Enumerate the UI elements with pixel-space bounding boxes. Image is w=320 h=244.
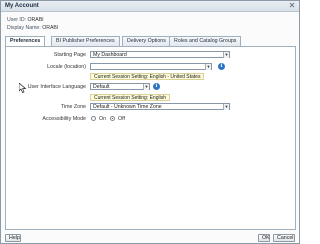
dialog-titlebar[interactable]: My Account ✕ <box>1 1 299 12</box>
user-id-label: User ID: <box>7 17 27 23</box>
user-id-line: User ID: ORABI <box>7 17 44 23</box>
locale-session-note: Current Session Setting: English - Unite… <box>90 73 205 80</box>
user-id-value: ORABI <box>27 17 44 23</box>
ui-language-value: Default <box>93 84 110 90</box>
locale-label: Locale (location) <box>47 64 86 70</box>
starting-page-label: Starting Page <box>53 52 86 58</box>
my-account-dialog: My Account ✕ User ID: ORABI Display Name… <box>0 0 300 244</box>
display-name-value: ORABI <box>42 25 59 31</box>
ui-language-info-icon[interactable]: i <box>153 83 160 90</box>
ui-language-select[interactable]: Default ▼ <box>90 83 150 90</box>
chevron-down-icon: ▼ <box>223 52 229 58</box>
ok-button[interactable]: OK <box>258 234 270 242</box>
tab-bar: Preferences BI Publisher Preferences Del… <box>5 36 295 47</box>
accessibility-label: Accessibility Mode <box>42 116 86 122</box>
chevron-down-icon: ▼ <box>143 84 149 90</box>
time-zone-value: Default - Unknown Time Zone <box>93 104 162 110</box>
preferences-panel: Starting Page My Dashboard ▼ Locale (loc… <box>5 46 296 230</box>
starting-page-select[interactable]: My Dashboard ▼ <box>90 51 230 58</box>
display-name-line: Display Name: ORABI <box>7 25 58 31</box>
starting-page-value: My Dashboard <box>93 52 127 58</box>
accessibility-off-label: Off <box>118 116 125 122</box>
dialog-title: My Account <box>5 3 39 9</box>
time-zone-label: Time Zone <box>60 104 86 110</box>
tab-bi-publisher-preferences[interactable]: BI Publisher Preferences <box>51 36 120 46</box>
accessibility-on-label: On <box>99 116 107 122</box>
close-icon[interactable]: ✕ <box>288 2 296 10</box>
locale-info-icon[interactable]: i <box>218 63 225 70</box>
accessibility-off-radio[interactable] <box>110 116 115 121</box>
time-zone-select[interactable]: Default - Unknown Time Zone ▼ <box>90 103 230 110</box>
display-name-label: Display Name: <box>7 25 41 31</box>
tab-delivery-options[interactable]: Delivery Options <box>122 36 171 46</box>
tab-roles-and-catalog-groups[interactable]: Roles and Catalog Groups <box>169 36 242 46</box>
help-button[interactable]: Help <box>5 234 21 242</box>
chevron-down-icon: ▼ <box>223 104 229 110</box>
chevron-down-icon: ▼ <box>205 64 211 70</box>
locale-select[interactable]: ▼ <box>90 63 212 70</box>
mouse-cursor-icon <box>19 83 27 93</box>
cancel-button[interactable]: Cancel <box>273 234 295 242</box>
ui-language-session-note: Current Session Setting: English <box>90 94 170 101</box>
accessibility-on-radio[interactable] <box>91 116 96 121</box>
